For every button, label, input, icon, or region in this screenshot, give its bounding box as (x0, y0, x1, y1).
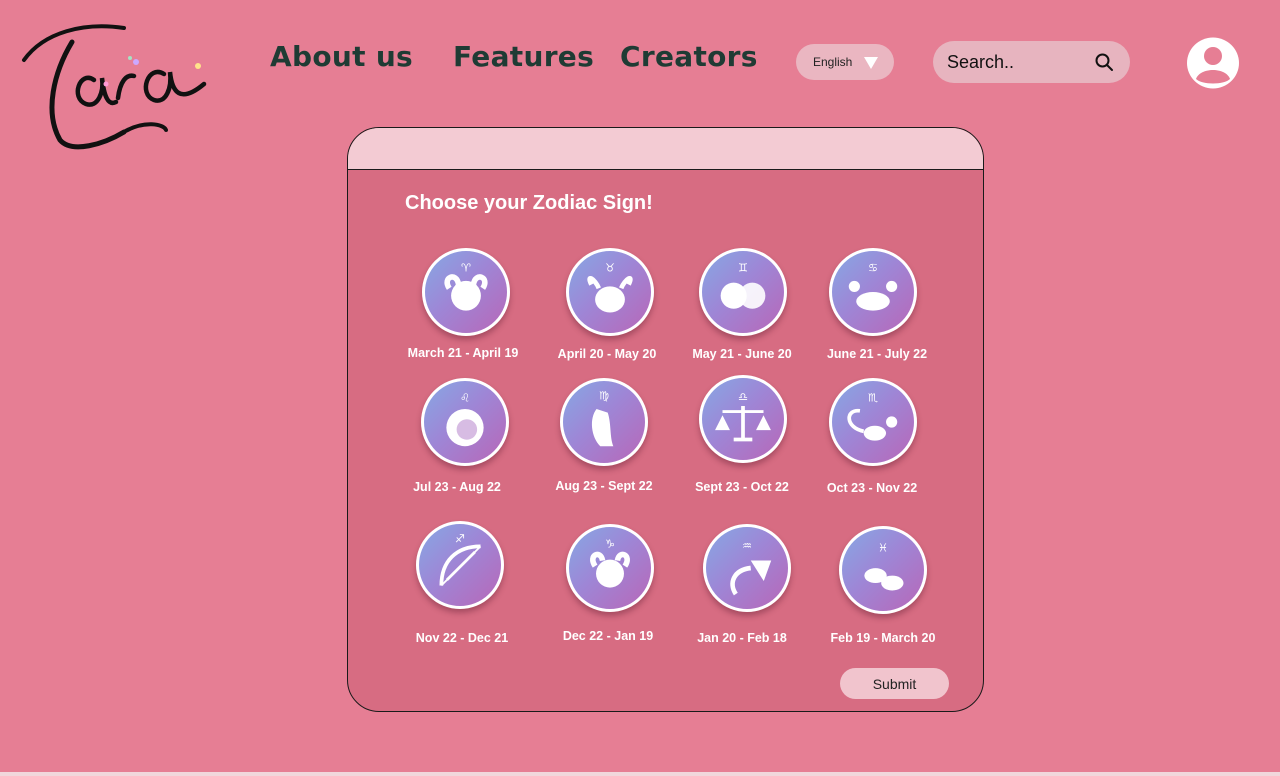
user-avatar-icon[interactable] (1186, 37, 1240, 89)
virgo-icon[interactable]: ♍ (560, 378, 648, 466)
leo-icon[interactable]: ♌ (421, 378, 509, 466)
svg-text:♎: ♎ (738, 390, 748, 403)
sign-date-label: May 21 - June 20 (692, 347, 792, 361)
sign-date-label: Jul 23 - Aug 22 (413, 480, 501, 494)
nav-features[interactable]: Features (453, 40, 594, 73)
sign-date-label: March 21 - April 19 (407, 346, 519, 360)
sign-date-label: Feb 19 - March 20 (830, 631, 936, 645)
sign-date-label: Aug 23 - Sept 22 (555, 479, 653, 493)
card-title: Choose your Zodiac Sign! (405, 192, 653, 214)
card-header-bar (348, 128, 983, 170)
search-box[interactable] (933, 41, 1130, 83)
search-input[interactable] (945, 50, 1089, 74)
nav-creators[interactable]: Creators (620, 40, 758, 73)
svg-text:♌: ♌ (460, 392, 470, 405)
capricorn-icon[interactable]: ♑ (566, 524, 654, 612)
svg-text:♈: ♈ (461, 262, 471, 275)
sagittarius-icon[interactable]: ♐ (416, 521, 504, 609)
gemini-icon[interactable]: ♊ (699, 248, 787, 336)
taurus-icon[interactable]: ♉ (566, 248, 654, 336)
svg-text:♒: ♒ (742, 539, 752, 552)
svg-text:♑: ♑ (605, 538, 615, 551)
tara-logo[interactable] (14, 12, 214, 154)
search-icon[interactable] (1094, 52, 1114, 72)
sign-date-label: Jan 20 - Feb 18 (697, 631, 787, 645)
submit-button[interactable]: Submit (840, 668, 949, 699)
libra-icon[interactable]: ♎ (699, 375, 787, 463)
pisces-icon[interactable]: ♓ (839, 526, 927, 614)
sign-date-label: June 21 - July 22 (826, 347, 928, 361)
svg-text:♋: ♋ (868, 262, 878, 275)
language-select[interactable]: English (796, 44, 894, 80)
sign-date-label: April 20 - May 20 (557, 347, 657, 361)
svg-text:♏: ♏ (868, 392, 878, 405)
caret-down-icon (864, 57, 878, 69)
svg-text:♊: ♊ (738, 262, 748, 275)
aquarius-icon[interactable]: ♒ (703, 524, 791, 612)
sign-date-label: Dec 22 - Jan 19 (562, 629, 654, 643)
page-bottom-strip (0, 772, 1280, 776)
scorpio-icon[interactable]: ♏ (829, 378, 917, 466)
svg-text:♍: ♍ (599, 390, 609, 403)
sign-date-label: Oct 23 - Nov 22 (826, 481, 918, 495)
sign-date-label: Nov 22 - Dec 21 (415, 631, 509, 645)
cancer-icon[interactable]: ♋ (829, 248, 917, 336)
sign-date-label: Sept 23 - Oct 22 (695, 480, 789, 494)
zodiac-card: Choose your Zodiac Sign! ♈ March 21 - Ap… (347, 127, 984, 712)
svg-text:♉: ♉ (605, 262, 615, 275)
svg-text:♐: ♐ (455, 533, 465, 546)
language-selected-label: English (813, 55, 853, 69)
nav-about-us[interactable]: About us (270, 40, 413, 73)
svg-text:♓: ♓ (878, 541, 888, 554)
aries-icon[interactable]: ♈ (422, 248, 510, 336)
